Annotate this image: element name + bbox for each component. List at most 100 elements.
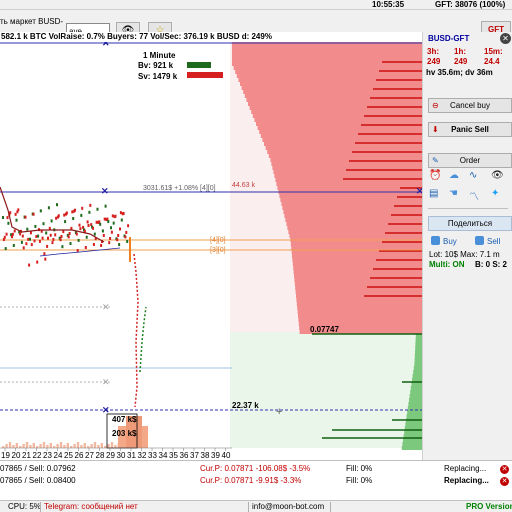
ask-volume-label: 44.63 k [232, 182, 255, 189]
edit-icon: ✎ [432, 156, 439, 165]
candle [12, 243, 15, 247]
candle [44, 257, 47, 261]
chart-up-icon[interactable]: 〽 [469, 188, 479, 203]
candle [107, 220, 110, 224]
bid-depth-bar [410, 390, 422, 394]
bid-depth-bar [414, 362, 422, 366]
volume-bar [5, 444, 8, 448]
candle [60, 234, 63, 238]
x-axis-ticks: 19 20 21 22 23 24 25 26 27 28 29 30 31 32 33 34 35 36 37 38… [1, 448, 231, 460]
candle [35, 235, 38, 239]
order-label: Order [459, 156, 481, 165]
candle [59, 238, 62, 242]
hv-dv-label: hv 35.6m; dv 36m [426, 68, 493, 77]
close-icon[interactable]: ✕ [500, 33, 511, 44]
bid-depth-bar [401, 446, 422, 450]
eye-icon[interactable]: 👁 [491, 170, 504, 181]
order-button[interactable]: ✎ Order [428, 153, 512, 168]
volume-label-2: 203 k$ [112, 429, 137, 438]
candle [77, 238, 80, 242]
hand-icon[interactable]: ☚ [449, 188, 458, 199]
share-button[interactable]: Поделиться [428, 216, 512, 231]
candle [112, 221, 115, 225]
candle [7, 221, 10, 225]
candle [124, 235, 127, 239]
volume-bar [42, 442, 46, 448]
alarm-icon[interactable]: ⏰ [429, 170, 441, 181]
pair-title: BUSD-GFT [428, 34, 470, 43]
x-tick-label: 31 [127, 451, 136, 460]
cancel-order-icon[interactable]: ✕ [500, 465, 509, 474]
order-fill: Fill: 0% [346, 476, 373, 485]
order-row[interactable]: 07865 / Sell: 0.07962 Cur.P: 0.07871 -10… [0, 463, 512, 475]
candle [65, 211, 68, 215]
ask-depth-bar [297, 306, 422, 310]
x-tick-label: 32 [138, 451, 147, 460]
cancel-buy-button[interactable]: ⊖ Cancel buy [428, 98, 512, 113]
candle [117, 233, 120, 237]
candle [119, 211, 122, 215]
cloud-icon[interactable]: ☁ [449, 170, 459, 181]
x-tick-label: 36 [180, 451, 189, 460]
divider [40, 502, 41, 512]
twitter-icon[interactable]: ✦ [491, 188, 499, 199]
price-chart[interactable]: ✕ ✕ ✕ ✕ ✕ ✕ 1 Minute Bv: 921 k Sv: 1479 … [0, 42, 422, 460]
volume-bar [32, 443, 35, 448]
ask-depth-bar [292, 262, 422, 266]
candle [119, 227, 121, 231]
bid-volume-label: 22.37 k [232, 401, 259, 410]
bid-depth-bar [409, 394, 422, 398]
candle [14, 212, 17, 216]
x-tick-label: 24 [54, 451, 63, 460]
chart-canvas[interactable]: ✕ ✕ ✕ ✕ ✕ ✕ 1 Minute Bv: 921 k Sv: 1479 … [0, 42, 422, 460]
sell-label: Sell [487, 237, 501, 246]
sell-volume-swatch [187, 72, 223, 78]
candle [4, 247, 7, 251]
bid-depth-bar [410, 386, 422, 390]
bid-depth-bar [415, 346, 422, 350]
ask-depth-bar [251, 110, 422, 114]
order-prices: 07865 / Sell: 0.07962 [0, 464, 76, 473]
candle [34, 224, 37, 228]
sell-toggle[interactable]: Sell [475, 236, 500, 246]
cancel-order-icon[interactable]: ✕ [500, 477, 509, 486]
support-email[interactable]: info@moon-bot.com [252, 501, 324, 512]
candle [47, 206, 50, 210]
volume-bar [93, 442, 97, 448]
calendar-icon[interactable]: ▤ [429, 188, 438, 199]
candle [57, 214, 60, 218]
telegram-status[interactable]: Telegram: сообщений нет [44, 501, 138, 512]
volume-label-1: 407 k$ [112, 415, 137, 424]
ask-depth-bar [285, 218, 422, 222]
order-current-price: Cur.P: 0.07871 -106.08$ -3.5% [200, 464, 311, 473]
ask-depth-bar [232, 54, 422, 58]
x-tick-label: 33 [148, 451, 157, 460]
chart-icon[interactable]: ∿ [469, 170, 477, 181]
volume-bar [8, 442, 12, 448]
bid-depth-bar [409, 398, 422, 402]
candle [63, 213, 66, 217]
divider [330, 502, 331, 512]
buy-toggle[interactable]: Buy [431, 236, 457, 246]
x-tick-label: 40 [222, 451, 231, 460]
status-bar: CPU: 5% Telegram: сообщений нет info@moo… [0, 500, 512, 512]
candle [52, 237, 55, 241]
order-row[interactable]: 07865 / Sell: 0.08400 Cur.P: 0.07871 -9.… [0, 475, 512, 487]
bid-depth-bar [408, 402, 422, 406]
x-tick-label: 23 [43, 451, 52, 460]
candle [11, 232, 14, 236]
candle [69, 242, 72, 246]
bid-depth-bar [414, 354, 422, 358]
ask-depth-bar [298, 314, 422, 318]
volume-bar [76, 442, 80, 448]
panic-sell-button[interactable]: ⬇ Panic Sell [428, 122, 512, 137]
marker-x-icon: ✕ [102, 302, 110, 312]
ask-depth-bar [243, 90, 422, 94]
candle [99, 222, 102, 226]
volume-bar [56, 444, 59, 448]
x-tick-label: 26 [75, 451, 84, 460]
candle [78, 223, 81, 227]
candle [116, 238, 119, 242]
candle [48, 226, 51, 230]
volume-bar [66, 443, 69, 448]
